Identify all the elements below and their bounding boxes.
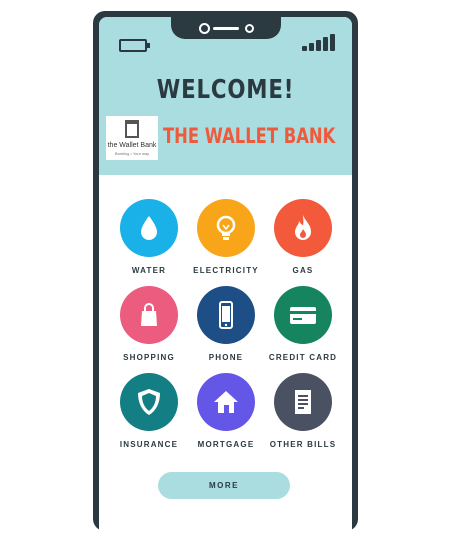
service-label: GAS [292,266,314,275]
service-electricity[interactable]: ELECTRICITY [190,199,262,275]
service-gas[interactable]: GAS [267,199,339,275]
service-label: WATER [131,266,167,275]
shield-icon [138,389,160,415]
shopping-circle[interactable] [120,286,178,344]
welcome-header: WELCOME! the Wallet Bank Banking • Your … [99,17,352,175]
service-phone[interactable]: PHONE [190,286,262,362]
logo-text: the Wallet Bank [107,142,157,149]
service-label: PHONE [208,353,244,362]
logo-building-icon [125,120,139,138]
bank-logo: the Wallet Bank Banking • Your way [106,116,158,160]
service-label: OTHER BILLS [269,440,337,449]
logo-subtext: Banking • Your way [114,151,150,156]
service-label: CREDIT CARD [268,353,338,362]
phone-frame: WELCOME! the Wallet Bank Banking • Your … [93,11,358,537]
service-other-bills[interactable]: OTHER BILLS [267,373,339,449]
service-label: INSURANCE [119,440,179,449]
service-insurance[interactable]: INSURANCE [113,373,185,449]
credit-card-circle[interactable] [274,286,332,344]
phone-circle[interactable] [197,286,255,344]
app-screen: WELCOME! the Wallet Bank Banking • Your … [99,17,352,537]
welcome-title: WELCOME! [156,75,295,105]
service-shopping[interactable]: SHOPPING [113,286,185,362]
service-label: MORTGAGE [197,440,255,449]
service-mortgage[interactable]: MORTGAGE [190,373,262,449]
gas-circle[interactable] [274,199,332,257]
service-label: SHOPPING [123,353,175,362]
battery-icon [119,39,150,52]
house-icon [214,391,238,413]
camera-icon [199,23,210,34]
electricity-circle[interactable] [197,199,255,257]
mortgage-circle[interactable] [197,373,255,431]
shopping-bag-icon [141,303,157,326]
speaker-icon [213,27,239,30]
bank-name: THE WALLET BANK [163,124,336,148]
water-circle[interactable] [120,199,178,257]
phone-notch [171,17,281,39]
service-water[interactable]: WATER [113,199,185,275]
flame-icon [295,215,311,240]
document-icon [295,390,311,414]
mobile-phone-icon [219,301,233,329]
water-drop-icon [141,216,157,240]
service-label: ELECTRICITY [193,266,259,275]
sensor-icon [245,24,254,33]
signal-bars-icon [302,33,336,51]
credit-card-icon [290,307,316,324]
other-bills-circle[interactable] [274,373,332,431]
light-bulb-icon [216,215,236,240]
service-credit-card[interactable]: CREDIT CARD [267,286,339,362]
more-button[interactable]: MORE [158,472,290,499]
insurance-circle[interactable] [120,373,178,431]
